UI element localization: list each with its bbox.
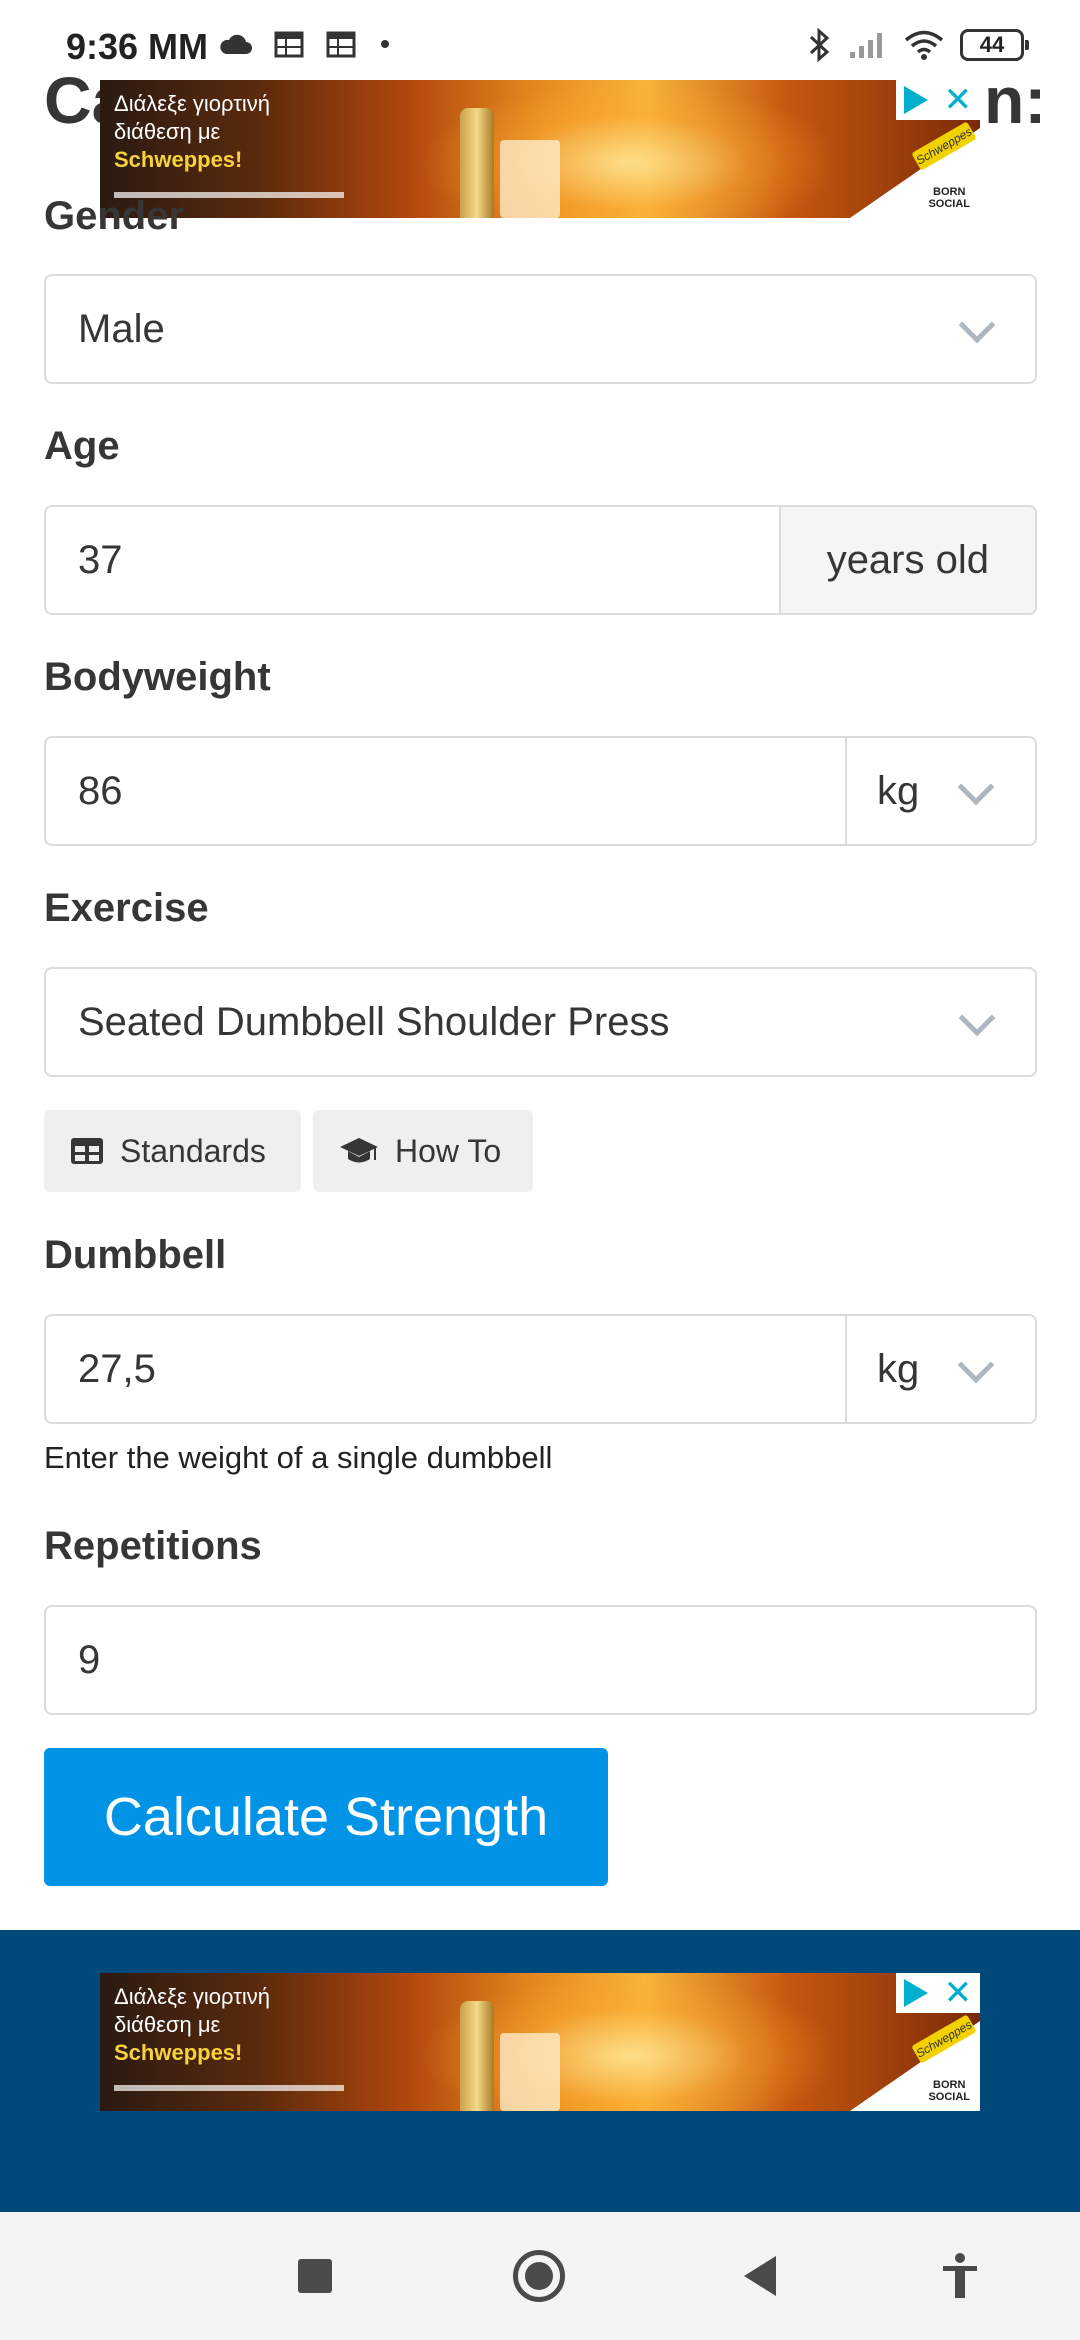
home-circle-icon[interactable]: [513, 2250, 565, 2302]
ad-slogan-line-1: BORN: [933, 2079, 966, 2091]
bodyweight-input-group: 86 kg: [44, 736, 1037, 846]
top-ad-banner[interactable]: Διάλεξε γιορτινή διάθεση με Schweppes! S…: [100, 80, 980, 218]
ad-slogan: BORN SOCIAL: [928, 186, 970, 210]
exercise-select[interactable]: Seated Dumbbell Shoulder Press: [44, 967, 1037, 1077]
battery-icon: 44: [960, 29, 1029, 61]
cloud-icon: [220, 34, 252, 54]
chevron-down-icon: [958, 306, 996, 344]
age-unit-addon: years old: [778, 507, 1035, 613]
bodyweight-unit-select[interactable]: kg: [845, 738, 1035, 844]
how-to-button-label: How To: [395, 1132, 502, 1169]
ad-choices[interactable]: ✕: [896, 1973, 980, 2013]
close-icon[interactable]: ✕: [944, 83, 973, 117]
recents-square-icon[interactable]: [298, 2259, 332, 2293]
ad-slogan: BORN SOCIAL: [928, 2079, 970, 2103]
ad-slogan-line-1: BORN: [933, 186, 966, 198]
navigation-bar: [0, 2212, 1080, 2340]
dot-icon: [381, 40, 389, 48]
bluetooth-icon: [809, 28, 830, 62]
ad-brand: Schweppes!: [114, 2040, 243, 2065]
gender-select[interactable]: Male: [44, 274, 1037, 384]
calculate-strength-button[interactable]: Calculate Strength: [44, 1748, 608, 1886]
calendar-icon: [274, 31, 304, 58]
chevron-down-icon: [957, 768, 995, 806]
bottom-ad-banner[interactable]: Διάλεξε γιορτινή διάθεση με Schweppes! S…: [100, 1973, 980, 2111]
ad-bottle-image: [460, 2001, 494, 2111]
ad-text: Διάλεξε γιορτινή διάθεση με Schweppes!: [114, 1983, 270, 2067]
ad-glass-image: [500, 140, 560, 218]
close-icon[interactable]: ✕: [944, 1976, 973, 2010]
ad-slogan-line-2: SOCIAL: [928, 198, 970, 210]
ad-line-2: διάθεση με: [114, 2012, 221, 2037]
age-label: Age: [44, 424, 120, 468]
accessibility-icon[interactable]: [940, 2252, 980, 2300]
ad-line-1: Διάλεξε γιορτινή: [114, 1984, 271, 2009]
gender-value: Male: [78, 307, 165, 351]
ad-line-1: Διάλεξε γιορτινή: [114, 91, 271, 116]
dumbbell-label: Dumbbell: [44, 1233, 227, 1277]
how-to-button[interactable]: How To: [313, 1110, 533, 1192]
table-icon: [71, 1138, 103, 1164]
exercise-label: Exercise: [44, 886, 209, 930]
bodyweight-input[interactable]: 86: [78, 738, 123, 844]
dumbbell-input[interactable]: 27,5: [78, 1316, 156, 1422]
page-title-end: n:: [984, 63, 1047, 137]
ad-slogan-line-2: SOCIAL: [928, 2091, 970, 2103]
ad-glass-image: [500, 2033, 560, 2111]
back-triangle-icon[interactable]: [744, 2256, 776, 2296]
repetitions-value: 9: [78, 1638, 101, 1682]
dumbbell-unit-select[interactable]: kg: [845, 1316, 1035, 1422]
standards-button[interactable]: Standards: [44, 1110, 301, 1192]
exercise-value: Seated Dumbbell Shoulder Press: [78, 1000, 670, 1044]
wifi-icon: [904, 30, 944, 60]
standards-button-label: Standards: [120, 1132, 266, 1169]
repetitions-input[interactable]: 9: [44, 1605, 1037, 1715]
chevron-down-icon: [958, 999, 996, 1037]
gender-label: Gender: [44, 194, 185, 238]
repetitions-label: Repetitions: [44, 1524, 262, 1568]
calendar-icon: [326, 31, 356, 58]
age-input[interactable]: 37: [78, 507, 123, 613]
graduation-cap-icon: [340, 1138, 378, 1163]
ad-fine-print: [114, 2085, 344, 2091]
dumbbell-input-group: 27,5 kg: [44, 1314, 1037, 1424]
signal-icon: [850, 33, 882, 58]
chevron-down-icon: [957, 1346, 995, 1384]
ad-brand: Schweppes!: [114, 147, 243, 172]
dumbbell-help-text: Enter the weight of a single dumbbell: [44, 1440, 553, 1475]
ad-bottle-image: [460, 108, 494, 218]
age-input-group: 37 years old: [44, 505, 1037, 615]
dumbbell-unit-value: kg: [877, 1347, 920, 1391]
ad-choices[interactable]: ✕: [896, 80, 980, 120]
bodyweight-label: Bodyweight: [44, 655, 271, 699]
bodyweight-unit-value: kg: [877, 769, 920, 813]
ad-text: Διάλεξε γιορτινή διάθεση με Schweppes!: [114, 90, 270, 174]
adchoices-icon[interactable]: [903, 1979, 928, 2007]
ad-line-2: διάθεση με: [114, 119, 221, 144]
adchoices-icon[interactable]: [903, 86, 928, 114]
